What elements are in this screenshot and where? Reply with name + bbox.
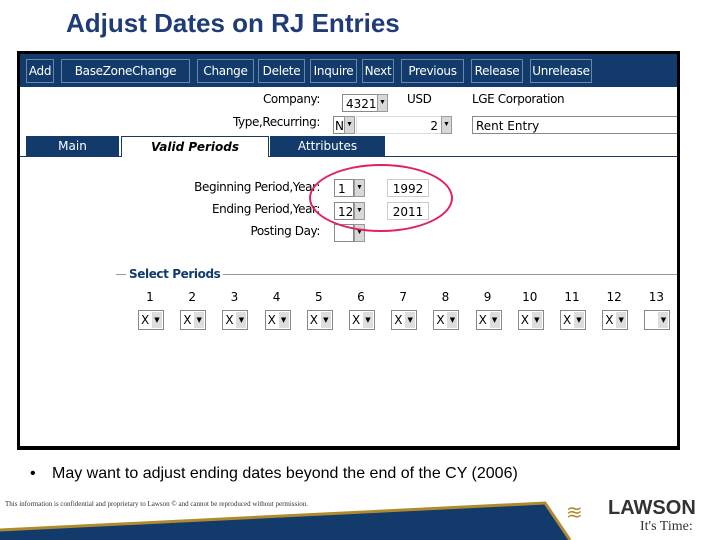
dropdown-arrow-icon[interactable]: ▼	[194, 312, 205, 328]
period-value: X	[183, 313, 192, 327]
dropdown-arrow-icon[interactable]: ▼	[236, 312, 247, 328]
bullet: •	[30, 465, 36, 482]
type-dropdown-icon[interactable]: ▼	[344, 116, 355, 134]
dropdown-arrow-icon[interactable]: ▼	[531, 312, 542, 328]
period-number: 9	[483, 290, 492, 304]
period-checkbox[interactable]: X ▼	[264, 310, 291, 330]
period-checkbox[interactable]: X ▼	[138, 310, 164, 330]
period-checkbox[interactable]: X ▼	[602, 310, 629, 330]
company-label: Company:	[262, 92, 320, 106]
period-checkbox[interactable]: X ▼	[391, 310, 418, 330]
period-checkbox[interactable]: X ▼	[517, 310, 544, 330]
period-number: 7	[399, 290, 407, 304]
period-value: X	[225, 313, 234, 327]
period-value: X	[436, 313, 445, 327]
lawson-logo: LAWSON	[608, 497, 696, 519]
period-checkbox[interactable]: X ▼	[306, 310, 333, 330]
period-number: 1	[146, 290, 154, 304]
period-number: 13	[648, 290, 665, 304]
unrelease-button[interactable]: Unrelease	[530, 59, 592, 83]
period-value: X	[352, 313, 361, 327]
delete-button[interactable]: Delete	[258, 59, 305, 83]
dropdown-arrow-icon[interactable]: ▼	[489, 312, 500, 328]
period-value: X	[394, 313, 403, 327]
dropdown-arrow-icon[interactable]: ▼	[616, 312, 627, 328]
dropdown-arrow-icon[interactable]: ▼	[363, 312, 373, 328]
dropdown-arrow-icon[interactable]: ▼	[405, 312, 416, 328]
period-number: 3	[230, 290, 239, 304]
company-name: LGE Corporation	[472, 92, 565, 106]
type-label: Type,Recurring:	[232, 115, 320, 129]
period-number: 6	[357, 290, 365, 304]
tab-valid-periods[interactable]: Valid Periods	[121, 136, 269, 157]
recurring-dropdown-icon[interactable]: ▼	[441, 116, 452, 134]
lawson-logo-icon: ≋	[566, 502, 583, 524]
note-text: May want to adjust ending dates beyond t…	[52, 465, 518, 482]
release-button[interactable]: Release	[471, 59, 523, 83]
period-value: X	[478, 313, 487, 327]
footer-navy-band	[0, 503, 570, 540]
company-field[interactable]: 4321	[342, 94, 378, 112]
dropdown-arrow-icon[interactable]: ▼	[278, 312, 289, 328]
period-value: X	[563, 313, 572, 327]
lawson-form: Add BaseZoneChange Change Delete Inquire…	[20, 54, 677, 446]
description-field[interactable]: Rent Entry	[472, 116, 677, 134]
period-checkbox[interactable]: X ▼	[349, 310, 375, 330]
select-periods-label: Select Periods	[126, 267, 224, 281]
dropdown-arrow-icon[interactable]: ▼	[658, 312, 669, 328]
change-button[interactable]: Change	[197, 59, 254, 83]
posting-day-label: Posting Day:	[250, 224, 320, 238]
period-value: X	[141, 313, 150, 327]
dropdown-arrow-icon[interactable]: ▼	[320, 312, 331, 328]
next-button[interactable]: Next	[362, 59, 394, 83]
period-number: 8	[441, 290, 450, 304]
ending-period-label: Ending Period,Year:	[211, 202, 320, 216]
period-number: 4	[272, 290, 281, 304]
period-number: 10	[522, 290, 538, 304]
period-number: 5	[314, 290, 323, 304]
period-number: 2	[188, 290, 196, 304]
period-value: X	[520, 313, 530, 327]
period-checkbox[interactable]: X ▼	[433, 310, 460, 330]
highlight-circle	[309, 164, 453, 232]
period-value: X	[309, 313, 319, 327]
period-number: 12	[606, 290, 622, 304]
company-dropdown-icon[interactable]: ▼	[377, 94, 388, 112]
period-checkbox[interactable]: X ▼	[222, 310, 249, 330]
currency: USD	[407, 92, 432, 106]
period-checkbox[interactable]: X ▼	[560, 310, 586, 330]
lawson-tagline: It's Time:	[640, 519, 693, 534]
period-checkbox[interactable]: ▼	[644, 310, 671, 330]
tab-attributes[interactable]: Attributes	[270, 136, 385, 157]
toolbar: Add BaseZoneChange Change Delete Inquire…	[20, 54, 677, 87]
period-value: X	[605, 313, 614, 327]
inquire-button[interactable]: Inquire	[310, 59, 357, 83]
recurring-field[interactable]: 2	[356, 116, 442, 134]
beginning-period-label: Beginning Period,Year:	[194, 180, 320, 194]
tab-main[interactable]: Main	[26, 136, 119, 157]
period-value: X	[267, 313, 276, 327]
dropdown-arrow-icon[interactable]: ▼	[152, 312, 162, 328]
dropdown-arrow-icon[interactable]: ▼	[447, 312, 458, 328]
period-number: 11	[564, 290, 580, 304]
dropdown-arrow-icon[interactable]: ▼	[574, 312, 584, 328]
period-checkbox[interactable]: X ▼	[180, 310, 207, 330]
screenshot-frame: Add BaseZoneChange Change Delete Inquire…	[17, 51, 680, 450]
basezonechange-button[interactable]: BaseZoneChange	[61, 59, 190, 83]
add-button[interactable]: Add	[26, 59, 54, 83]
slide-title: Adjust Dates on RJ Entries	[66, 8, 400, 38]
previous-button[interactable]: Previous	[401, 59, 464, 83]
period-checkbox[interactable]: X ▼	[475, 310, 502, 330]
